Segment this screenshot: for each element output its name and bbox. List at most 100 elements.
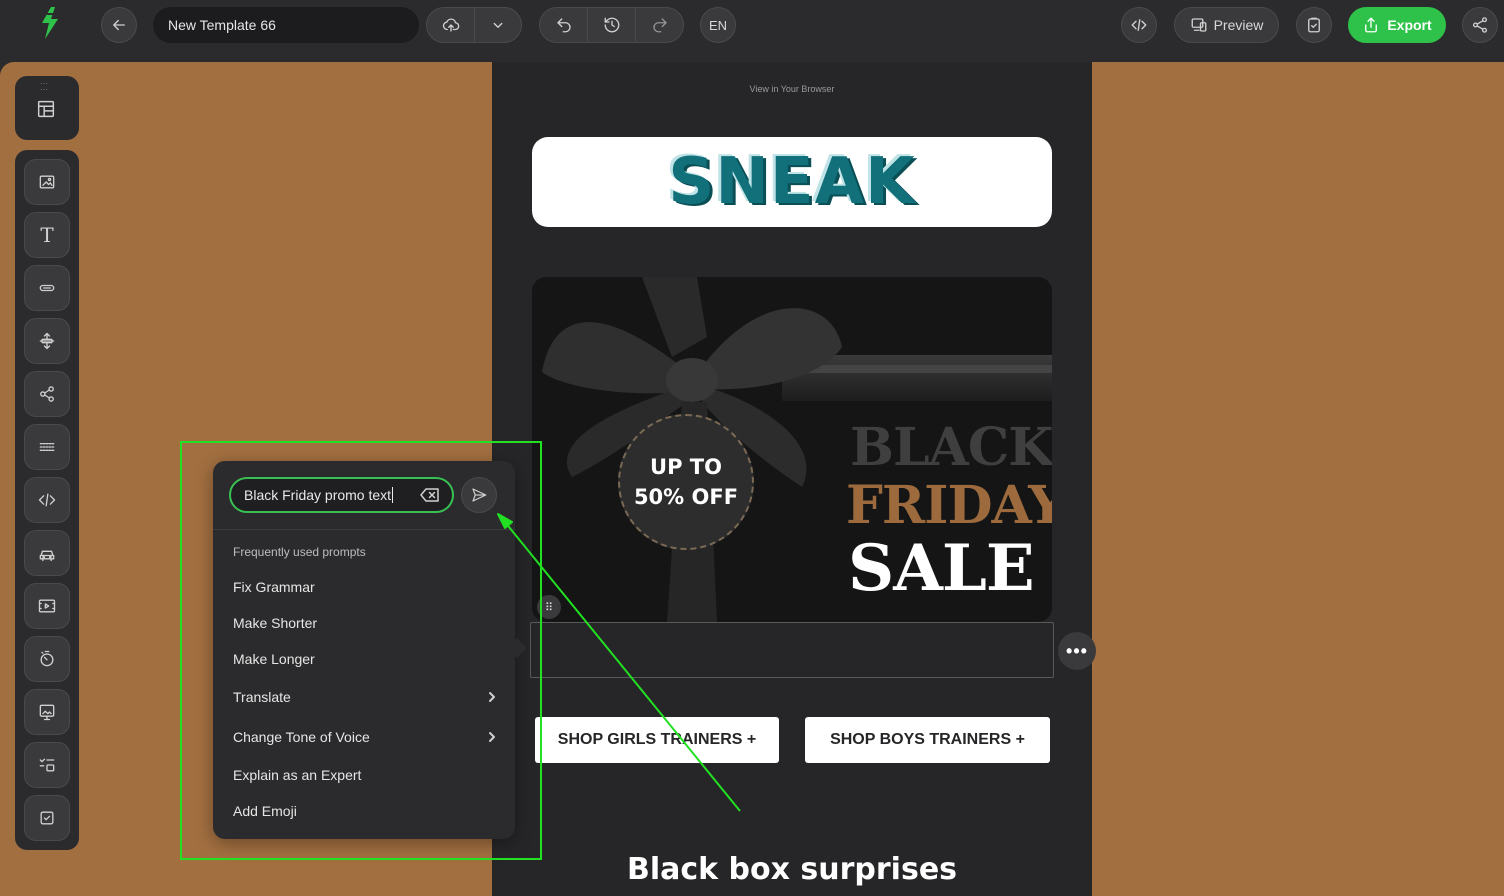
content-tools-panel: T [15,150,79,850]
layout-icon [37,100,55,118]
clear-input-icon[interactable] [420,487,440,503]
ai-prompt-input[interactable]: Black Friday promo text [229,477,454,513]
timer-icon [40,650,54,667]
tool-spacer[interactable] [24,318,70,364]
popup-divider [213,529,515,530]
ai-assistant-popup: Black Friday promo text Frequently used … [213,461,527,839]
redo-icon [652,18,667,33]
share-upload-icon [1365,17,1378,33]
code-icon [38,493,56,507]
prompt-translate[interactable]: Translate [233,689,498,705]
panel-handle[interactable]: ⋯ ⋯ [15,76,79,140]
ai-send-button[interactable] [461,477,497,513]
block-drag-handle[interactable]: ⠿ [537,595,561,619]
ellipsis-icon: ••• [1066,640,1088,661]
blocks-library-button[interactable] [35,98,59,122]
prompt-make-shorter[interactable]: Make Shorter [233,615,498,631]
tool-list[interactable] [24,742,70,788]
save-options-dropdown[interactable] [475,8,521,42]
view-in-browser-link[interactable]: View in Your Browser [492,84,1092,94]
banner-friday-text: FRIDAY [846,475,1052,536]
prompt-label: Change Tone of Voice [233,729,370,745]
shop-boys-button[interactable]: SHOP BOYS TRAINERS + [805,717,1050,763]
prompt-label: Make Shorter [233,615,318,631]
tag-line-2: 50% OFF [633,485,739,509]
brand-logo: SNEAK [668,145,916,219]
checklist-button[interactable] [1296,7,1332,43]
devices-icon [1191,18,1207,32]
prompt-label: Add Emoji [233,803,297,819]
section-heading: Black box surprises [626,852,958,887]
template-name: New Template 66 [168,17,276,33]
prompt-fix-grammar[interactable]: Fix Grammar [233,579,498,595]
clipboard-check-icon [1308,17,1320,33]
drag-dots-icon: ⠿ [544,601,554,614]
share-icon [1472,17,1488,33]
history-group [539,7,684,43]
undo-button[interactable] [540,8,588,42]
top-toolbar: New Template 66 EN Preview Export [0,0,1504,62]
tool-menu[interactable] [24,530,70,576]
checklist-icon [39,758,55,772]
save-group [426,7,522,43]
back-button[interactable] [101,7,137,43]
prompt-label: Make Longer [233,651,315,667]
redo-button[interactable] [636,8,683,42]
export-button[interactable]: Export [1348,7,1446,43]
undo-icon [556,18,571,33]
language-button[interactable]: EN [700,7,736,43]
banner-sale-text: SALE [848,531,1035,606]
banner-icon [39,704,55,721]
tool-button[interactable] [24,265,70,311]
prompt-add-emoji[interactable]: Add Emoji [233,803,498,819]
tool-social[interactable] [24,371,70,417]
brand-bolt-icon[interactable] [36,6,64,40]
code-button[interactable] [1121,7,1157,43]
prompt-label: Translate [233,689,291,705]
save-cloud-button[interactable] [427,8,475,42]
text-icon: T [40,223,54,247]
logo-block[interactable]: SNEAK [532,137,1052,227]
spacer-icon [39,332,55,350]
tool-form[interactable] [24,795,70,841]
preview-button[interactable]: Preview [1174,7,1279,43]
selected-empty-block[interactable] [530,622,1054,678]
prompt-explain-expert[interactable]: Explain as an Expert [233,767,498,783]
tool-text[interactable]: T [24,212,70,258]
prompts-header: Frequently used prompts [233,545,366,559]
chevron-right-icon [489,732,495,742]
video-icon [38,599,56,613]
button-icon [39,284,55,292]
tool-html[interactable] [24,477,70,523]
black-friday-banner[interactable]: UP TO 50% OFF BLACK FRIDAY SALE [532,277,1052,622]
cloud-upload-icon [442,18,459,32]
template-name-input[interactable]: New Template 66 [153,7,419,43]
language-label: EN [708,17,728,33]
chevron-right-icon [489,692,495,702]
share-button[interactable] [1462,7,1498,43]
send-icon [472,488,487,502]
preview-label: Preview [1213,17,1264,33]
tag-line-1: UP TO [650,455,722,479]
checkbox-icon [40,811,54,825]
tool-timer[interactable] [24,636,70,682]
drag-dots-icon: ⋯ ⋯ [40,79,49,94]
prompt-label: Fix Grammar [233,579,315,595]
shop-girls-button[interactable]: SHOP GIRLS TRAINERS + [535,717,779,763]
arrow-left-icon [113,19,125,31]
tool-video[interactable] [24,583,70,629]
tool-image[interactable] [24,159,70,205]
block-more-options-button[interactable]: ••• [1058,632,1096,670]
tool-divider[interactable] [24,424,70,470]
image-icon [39,175,55,189]
prompt-change-tone[interactable]: Change Tone of Voice [233,729,498,745]
chevron-down-icon [493,22,503,28]
history-icon [604,17,619,33]
discount-tag: UP TO 50% OFF [618,414,754,550]
divider-icon [39,443,55,451]
history-button[interactable] [588,8,636,42]
social-share-icon [40,386,54,402]
export-label: Export [1387,17,1432,33]
tool-banner[interactable] [24,689,70,735]
prompt-make-longer[interactable]: Make Longer [233,651,498,667]
